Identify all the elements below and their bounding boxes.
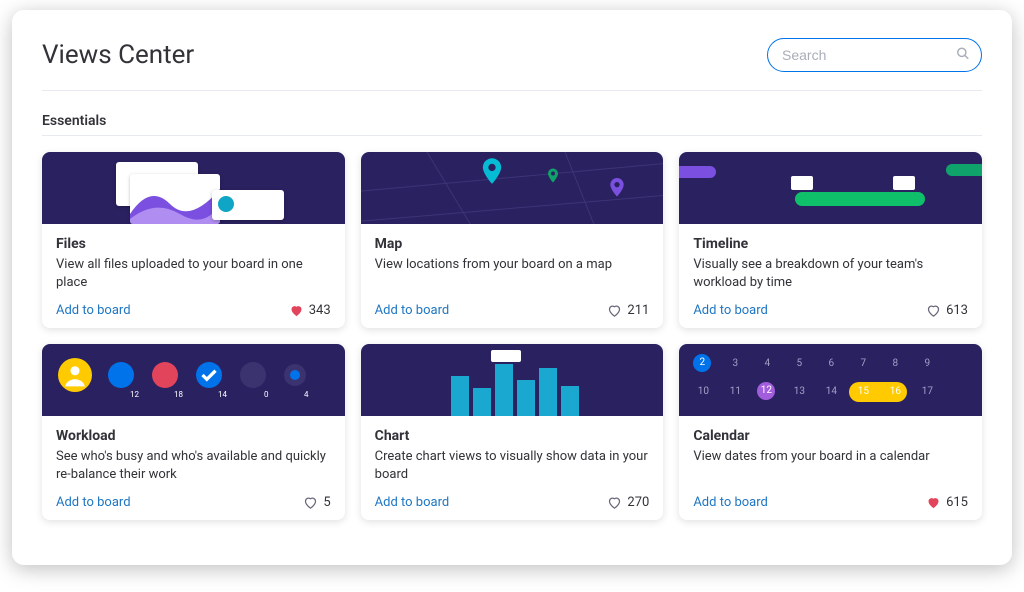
likes[interactable]: 5 <box>303 495 330 510</box>
check-icon <box>196 362 222 388</box>
calendar-day: 14 <box>821 386 841 397</box>
card-body: Chart Create chart views to visually sho… <box>361 416 664 520</box>
map-pin-icon <box>481 158 503 190</box>
card-title: Timeline <box>693 236 968 252</box>
card-thumb-calendar: 2 3 4 5 6 7 8 9 10 11 12 13 14 15 16 17 <box>679 344 982 416</box>
card-desc: Create chart views to visually show data… <box>375 448 650 483</box>
card-title: Chart <box>375 428 650 444</box>
search-icon <box>956 46 970 65</box>
calendar-day: 11 <box>725 386 745 397</box>
heart-icon <box>607 495 622 510</box>
card-desc: View locations from your board on a map <box>375 256 650 291</box>
likes[interactable]: 270 <box>607 495 649 510</box>
card-thumb-map <box>361 152 664 224</box>
card-footer: Add to board 343 <box>56 303 331 318</box>
calendar-day: 2 <box>693 354 711 372</box>
card-footer: Add to board 615 <box>693 495 968 510</box>
header: Views Center <box>42 38 982 91</box>
add-to-board-link[interactable]: Add to board <box>56 303 131 318</box>
workload-count-label: 18 <box>174 390 183 399</box>
likes-count: 211 <box>627 303 649 318</box>
card-files[interactable]: Files View all files uploaded to your bo… <box>42 152 345 328</box>
card-thumb-files <box>42 152 345 224</box>
page-title: Views Center <box>42 40 194 70</box>
search-input[interactable] <box>767 38 982 72</box>
card-thumb-chart <box>361 344 664 416</box>
likes-count: 343 <box>309 303 331 318</box>
card-body: Map View locations from your board on a … <box>361 224 664 328</box>
add-to-board-link[interactable]: Add to board <box>56 495 131 510</box>
map-pin-icon <box>547 168 559 188</box>
calendar-day: 13 <box>789 386 809 397</box>
map-pin-icon <box>609 178 625 202</box>
calendar-day: 17 <box>917 386 937 397</box>
card-title: Map <box>375 236 650 252</box>
likes[interactable]: 613 <box>926 303 968 318</box>
calendar-day: 5 <box>789 358 809 369</box>
calendar-day: 16 <box>885 386 905 397</box>
avatar-icon <box>58 358 92 392</box>
card-timeline[interactable]: Timeline Visually see a breakdown of you… <box>679 152 982 328</box>
search-wrap <box>767 38 982 72</box>
card-desc: View all files uploaded to your board in… <box>56 256 331 291</box>
calendar-day: 7 <box>853 358 873 369</box>
card-workload[interactable]: 12 18 14 0 4 Workload See who's busy and… <box>42 344 345 520</box>
calendar-day: 8 <box>885 358 905 369</box>
card-body: Timeline Visually see a breakdown of you… <box>679 224 982 328</box>
views-center-panel: Views Center Essentials Files View <box>12 10 1012 565</box>
card-footer: Add to board 270 <box>375 495 650 510</box>
calendar-day: 3 <box>725 358 745 369</box>
cards-grid: Files View all files uploaded to your bo… <box>42 152 982 520</box>
heart-icon <box>926 495 941 510</box>
calendar-day: 9 <box>917 358 937 369</box>
card-chart[interactable]: Chart Create chart views to visually sho… <box>361 344 664 520</box>
workload-count-label: 14 <box>218 390 227 399</box>
likes-count: 5 <box>323 495 330 510</box>
calendar-day: 6 <box>821 358 841 369</box>
workload-count-label: 12 <box>130 390 139 399</box>
card-title: Files <box>56 236 331 252</box>
card-desc: See who's busy and who's available and q… <box>56 448 331 483</box>
likes[interactable]: 211 <box>607 303 649 318</box>
section-title: Essentials <box>42 113 982 136</box>
card-footer: Add to board 613 <box>693 303 968 318</box>
card-desc: Visually see a breakdown of your team's … <box>693 256 968 291</box>
calendar-day: 12 <box>757 382 775 400</box>
likes[interactable]: 343 <box>289 303 331 318</box>
card-thumb-timeline <box>679 152 982 224</box>
card-map[interactable]: Map View locations from your board on a … <box>361 152 664 328</box>
card-title: Calendar <box>693 428 968 444</box>
card-desc: View dates from your board in a calendar <box>693 448 968 483</box>
likes[interactable]: 615 <box>926 495 968 510</box>
card-thumb-workload: 12 18 14 0 4 <box>42 344 345 416</box>
card-footer: Add to board 211 <box>375 303 650 318</box>
workload-count-label: 0 <box>264 390 269 399</box>
add-to-board-link[interactable]: Add to board <box>375 303 450 318</box>
calendar-day: 10 <box>693 386 713 397</box>
heart-icon <box>303 495 318 510</box>
heart-icon <box>926 303 941 318</box>
card-body: Calendar View dates from your board in a… <box>679 416 982 520</box>
heart-icon <box>289 303 304 318</box>
heart-icon <box>607 303 622 318</box>
likes-count: 615 <box>946 495 968 510</box>
card-body: Workload See who's busy and who's availa… <box>42 416 345 520</box>
add-to-board-link[interactable]: Add to board <box>693 495 768 510</box>
card-footer: Add to board 5 <box>56 495 331 510</box>
card-title: Workload <box>56 428 331 444</box>
card-body: Files View all files uploaded to your bo… <box>42 224 345 328</box>
card-calendar[interactable]: 2 3 4 5 6 7 8 9 10 11 12 13 14 15 16 17 … <box>679 344 982 520</box>
likes-count: 613 <box>946 303 968 318</box>
calendar-day: 4 <box>757 358 777 369</box>
add-to-board-link[interactable]: Add to board <box>693 303 768 318</box>
workload-count-label: 4 <box>304 390 309 399</box>
add-to-board-link[interactable]: Add to board <box>375 495 450 510</box>
calendar-day: 15 <box>853 386 873 397</box>
likes-count: 270 <box>627 495 649 510</box>
